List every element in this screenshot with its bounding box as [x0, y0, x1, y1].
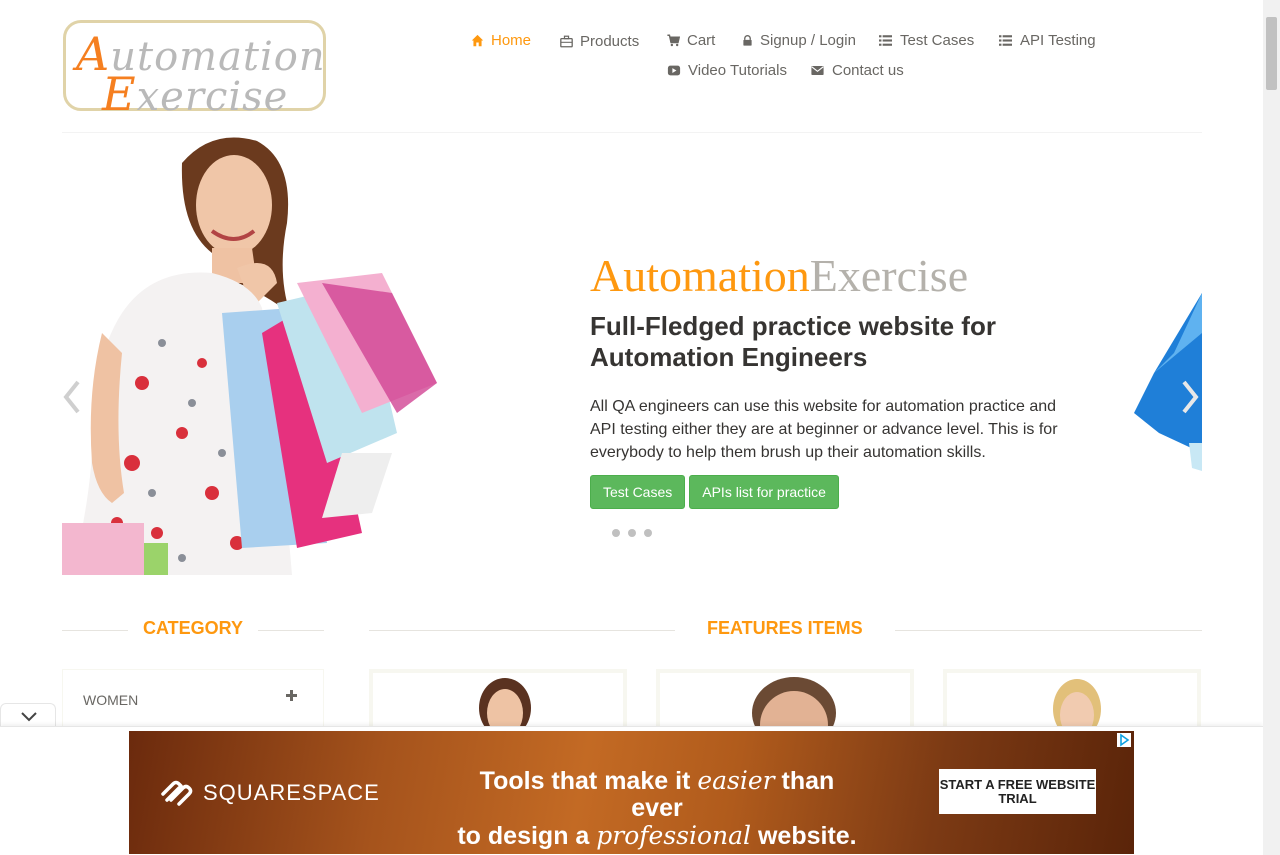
test-cases-button[interactable]: Test Cases [590, 475, 686, 509]
nav-signup-login-label: Signup / Login [760, 31, 856, 49]
ad-line2-emphasis: professional [596, 821, 752, 850]
nav-signup-login[interactable]: Signup / Login [742, 30, 856, 50]
slider-indicators [612, 529, 652, 537]
slider-dot[interactable] [612, 529, 620, 537]
nav-products-label: Products [580, 32, 640, 50]
ad-brand-text: SQUARESPACE [203, 780, 380, 805]
nav-contact-us[interactable]: Contact us [810, 60, 904, 80]
ad-line1-start: Tools that make it [479, 767, 698, 795]
list-icon [879, 34, 892, 46]
apis-list-button[interactable]: APIs list for practice [689, 475, 839, 509]
hero-brand: AutomationExercise [590, 251, 1070, 301]
slider-next-arrow[interactable] [1180, 378, 1200, 423]
page-scrollbar[interactable] [1263, 0, 1280, 855]
nav-video-tutorials[interactable]: Video Tutorials [667, 60, 787, 80]
hero-brand-automation: Automation [590, 250, 810, 301]
category-rule-right [258, 630, 324, 631]
category-heading: CATEGORY [143, 618, 244, 638]
envelope-icon [811, 65, 824, 75]
slider-dot[interactable] [628, 529, 636, 537]
home-icon [471, 34, 484, 46]
scrollbar-thumb[interactable] [1266, 17, 1277, 90]
shopping-cart-icon [667, 33, 680, 46]
ad-collapse-toggle[interactable] [0, 703, 56, 728]
nav-contact-us-label: Contact us [832, 61, 904, 79]
nav-api-testing-label: API Testing [1020, 31, 1096, 49]
hero-brand-exercise: Exercise [809, 250, 969, 301]
youtube-play-icon [667, 65, 681, 75]
nav-test-cases[interactable]: Test Cases [878, 30, 974, 50]
chevron-right-icon [1182, 380, 1199, 414]
nav-products[interactable]: Products [560, 31, 639, 51]
squarespace-logo-icon [161, 780, 193, 806]
category-rule-left [62, 630, 128, 631]
nav-cart-label: Cart [687, 31, 716, 49]
ad-line2-start: to design a [457, 822, 597, 850]
hero-slider: AutomationExercise Full-Fledged practice… [62, 133, 1202, 575]
logo-letter-e: E [102, 67, 137, 121]
hero-content: AutomationExercise Full-Fledged practice… [590, 251, 1070, 509]
nav-cart[interactable]: Cart [667, 30, 715, 50]
ad-line1-emphasis: easier [697, 766, 775, 795]
nav-home[interactable]: Home [471, 30, 531, 50]
ad-brand: SQUARESPACE [159, 778, 380, 808]
hero-title: Full-Fledged practice website for Automa… [590, 311, 996, 372]
nav-home-label: Home [491, 31, 532, 49]
nav-api-testing[interactable]: API Testing [998, 30, 1096, 50]
site-logo[interactable]: Automation Exercise [63, 20, 326, 121]
hero-model-image [62, 137, 437, 575]
nav-video-tutorials-label: Video Tutorials [688, 61, 787, 79]
features-heading: FEATURES ITEMS [707, 618, 863, 638]
logo-text-exercise: xercise [136, 74, 289, 120]
ad-line2-end: website. [751, 822, 857, 850]
features-rule-left [369, 630, 675, 631]
ad-cta-button[interactable]: START A FREE WEBSITE TRIAL [939, 769, 1096, 814]
hero-buttons: Test Cases APIs list for practice [590, 475, 1070, 509]
features-rule-right [895, 630, 1202, 631]
slider-dot[interactable] [644, 529, 652, 537]
plus-icon[interactable] [286, 688, 297, 706]
chevron-left-icon [63, 380, 80, 414]
category-women[interactable]: WOMEN [83, 692, 138, 708]
logo-line-2: Exercise [102, 67, 288, 121]
briefcase-icon [560, 35, 573, 47]
squarespace-ad[interactable]: SQUARESPACE Tools that make it easier th… [129, 731, 1134, 854]
ad-choices-icon[interactable] [1117, 733, 1131, 747]
hero-description: All QA engineers can use this website fo… [590, 398, 1058, 461]
ad-headline: Tools that make it easier than ever to d… [451, 767, 863, 850]
slider-prev-arrow[interactable] [62, 378, 82, 423]
nav-test-cases-label: Test Cases [900, 31, 975, 49]
lock-icon [743, 34, 752, 46]
list-icon [999, 34, 1012, 46]
